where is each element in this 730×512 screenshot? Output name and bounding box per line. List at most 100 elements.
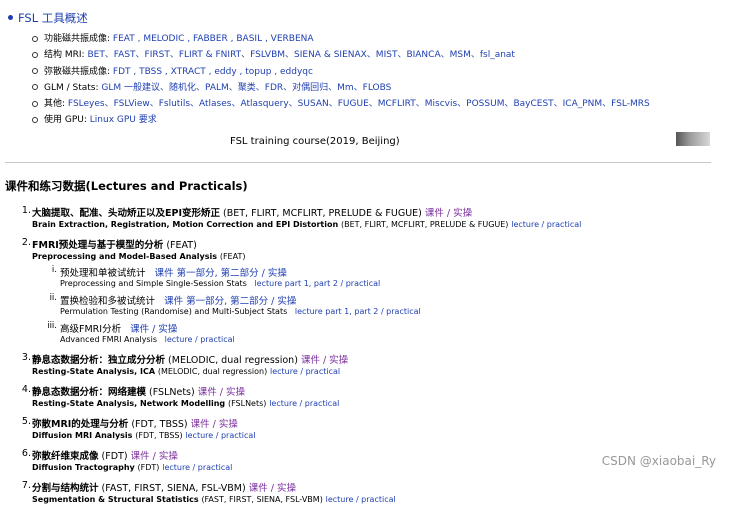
csdn-watermark: CSDN @xiaobai_Ry (601, 454, 716, 468)
lecture-item: 1. 大脑提取、配准、头动矫正以及EPI变形矫正 (BET, FLIRT, MC… (20, 205, 581, 229)
fmri-sublist: i. 预处理和单被试统计 课件 第一部分, 第二部分 / 实操 Preprocess… (47, 265, 581, 344)
sub-en-row: Advanced FMRI Analysis lecture / practic… (60, 335, 581, 344)
sub-links-en[interactable]: lecture part 1, part 2 / practical (295, 307, 421, 316)
sub-title-en: Advanced FMRI Analysis (60, 335, 157, 344)
row-label: 结构 MRI: (44, 50, 85, 61)
en-tools: (MELODIC, dual regression) (157, 367, 268, 376)
lecture-number: 6. (21, 448, 31, 459)
en-title: Brain Extraction, Registration, Motion C… (32, 220, 339, 229)
lecture-links-zh[interactable]: 课件 / 实操 (249, 483, 296, 494)
row-label: GLM / Stats: (44, 82, 99, 93)
lecture-title-en: Diffusion MRI Analysis (FDT, TBSS) lectu… (32, 431, 581, 440)
row-label: 其他: (44, 99, 66, 110)
roman-number: i. (51, 265, 57, 275)
row-links[interactable]: FSLeyes、FSLView、Fslutils、Atlases、Atlasqu… (68, 99, 650, 109)
lecture-title-en: Resting-State Analysis, Network Modellin… (32, 399, 581, 408)
sub-title-zh: 高级FMRI分析 (60, 324, 122, 335)
overview-row-fmri: 功能磁共振成像: FEAT , MELODIC , FABBER , BASIL… (32, 31, 650, 47)
lecture-item: 7. 分割与结构统计 (FAST, FIRST, SIENA, FSL-VBM)… (20, 480, 581, 504)
lecture-links-en[interactable]: lecture / practical (162, 463, 232, 472)
en-title: Diffusion MRI Analysis (32, 431, 133, 440)
lecture-links-en[interactable]: lecture / practical (269, 399, 339, 408)
sub-item: iii. 高级FMRI分析 课件 / 实操 Advanced FMRI Analys… (47, 321, 581, 344)
lecture-links-en[interactable]: lecture / practical (326, 495, 396, 504)
overview-title-link[interactable]: FSL 工具概述 (18, 11, 88, 25)
lecture-title-zh: 大脑提取、配准、头动矫正以及EPI变形矫正 (32, 208, 220, 219)
sub-en-row: Permulation Testing (Randomise) and Mult… (60, 307, 581, 316)
lecture-links-zh[interactable]: 课件 / 实操 (191, 419, 238, 430)
lecture-title-zh: 分割与结构统计 (32, 483, 99, 494)
lecture-item: 4. 静息态数据分析：网络建模 (FSLNets) 课件 / 实操 Restin… (20, 384, 581, 408)
lecture-item: 5. 弥散MRI的处理与分析 (FDT, TBSS) 课件 / 实操 Diffu… (20, 416, 581, 440)
lecture-number: 3. (21, 352, 31, 363)
lecture-title-zh: 静息态数据分析：独立成分分析 (32, 355, 166, 366)
row-label: 使用 GPU: (44, 115, 87, 126)
en-tools: (FAST, FIRST, SIENA, FSL-VBM) (201, 495, 323, 504)
course-thumbnail-image[interactable] (676, 132, 710, 146)
sub-item: ii. 置换检验和多被试统计 课件 第一部分, 第二部分 / 实操 Permulat… (50, 293, 581, 316)
lecture-title-zh: FMRI预处理与基于模型的分析 (32, 240, 164, 251)
lecture-tools-zh: (FEAT) (166, 240, 197, 251)
en-title: Resting-State Analysis, ICA (32, 367, 156, 376)
row-links[interactable]: BET、FAST、FIRST、FLIRT & FNIRT、FSLVBM、SIEN… (87, 50, 515, 60)
en-tools: (FDT, TBSS) (135, 431, 183, 440)
lecture-item: 3. 静息态数据分析：独立成分分析 (MELODIC, dual regress… (20, 352, 581, 376)
row-links[interactable]: FEAT , MELODIC , FABBER , BASIL , VERBEN… (113, 34, 314, 44)
row-links[interactable]: GLM 一般建议、随机化、PALM、聚类、FDR、对偶回归、Mm、FLOBS (101, 83, 391, 93)
row-label: 弥散磁共振成像: (44, 66, 111, 77)
en-title: Segmentation & Structural Statistics (32, 495, 199, 504)
lecture-item: 6. 弥散纤维束成像 (FDT) 课件 / 实操 Diffusion Tract… (20, 448, 581, 472)
en-title: Diffusion Tractography (32, 463, 135, 472)
lecture-title-en: Resting-State Analysis, ICA (MELODIC, du… (32, 367, 581, 376)
sub-links-en[interactable]: lecture / practical (165, 335, 235, 344)
overview-row-gpu: 使用 GPU: Linux GPU 要求 (32, 112, 650, 128)
roman-number: ii. (49, 293, 57, 303)
lecture-title-en: Brain Extraction, Registration, Motion C… (32, 220, 581, 229)
sub-links-zh[interactable]: 课件 / 实操 (130, 324, 177, 335)
en-tools: (FSLNets) (227, 399, 267, 408)
en-tools: (FEAT) (219, 252, 246, 261)
en-tools: (FDT) (137, 463, 160, 472)
overview-row-diffusion: 弥散磁共振成像: FDT , TBSS , XTRACT , eddy , to… (32, 64, 650, 80)
lecture-title-en: Preprocessing and Model-Based Analysis (… (32, 252, 581, 261)
lecture-title-zh: 静息态数据分析：网络建模 (32, 387, 147, 398)
lecture-links-zh[interactable]: 课件 / 实操 (301, 355, 348, 366)
sub-links-zh[interactable]: 课件 第一部分, 第二部分 / 实操 (155, 268, 287, 279)
section-title: 课件和练习数据(Lectures and Practicals) (5, 179, 248, 193)
lecture-number: 1. (21, 205, 31, 216)
row-links[interactable]: Linux GPU 要求 (90, 115, 157, 125)
sub-title-en: Preprocessing and Simple Single-Session … (60, 279, 247, 288)
lecture-number: 4. (21, 384, 31, 395)
overview-row-other: 其他: FSLeyes、FSLView、Fslutils、Atlases、Atl… (32, 96, 650, 112)
lecture-tools-zh: (FDT, TBSS) (131, 419, 188, 430)
lecture-item: 2. FMRI预处理与基于模型的分析 (FEAT) Preprocessing … (20, 237, 581, 344)
lecture-tools-zh: (FDT) (101, 451, 128, 462)
row-label: 功能磁共振成像: (44, 34, 111, 44)
sub-links-zh[interactable]: 课件 第一部分, 第二部分 / 实操 (164, 296, 296, 307)
overview-section: FSL 工具概述 (8, 10, 88, 26)
lecture-links-en[interactable]: lecture / practical (185, 431, 255, 440)
en-title: Resting-State Analysis, Network Modellin… (32, 399, 226, 408)
overview-row-structural: 结构 MRI: BET、FAST、FIRST、FLIRT & FNIRT、FSL… (32, 47, 650, 63)
overview-list: 功能磁共振成像: FEAT , MELODIC , FABBER , BASIL… (32, 31, 650, 129)
lecture-list: 1. 大脑提取、配准、头动矫正以及EPI变形矫正 (BET, FLIRT, MC… (20, 205, 581, 512)
row-links[interactable]: FDT , TBSS , XTRACT , eddy , topup , edd… (113, 67, 313, 77)
lecture-number: 2. (21, 237, 31, 248)
roman-number: iii. (47, 321, 57, 331)
course-caption: FSL training course(2019, Beijing) (230, 136, 400, 147)
lecture-tools-zh: (FSLNets) (149, 387, 195, 398)
lecture-tools-zh: (MELODIC, dual regression) (168, 355, 298, 366)
lecture-tools-zh: (FAST, FIRST, SIENA, FSL-VBM) (101, 483, 246, 494)
lecture-links-zh[interactable]: 课件 / 实操 (425, 208, 472, 219)
en-title: Preprocessing and Model-Based Analysis (32, 252, 218, 261)
divider (5, 162, 711, 163)
lecture-links-zh[interactable]: 课件 / 实操 (131, 451, 178, 462)
sub-item: i. 预处理和单被试统计 课件 第一部分, 第二部分 / 实操 Preprocess… (52, 265, 581, 288)
lecture-links-zh[interactable]: 课件 / 实操 (198, 387, 245, 398)
sub-links-en[interactable]: lecture part 1, part 2 / practical (254, 279, 380, 288)
lecture-links-en[interactable]: lecture / practical (511, 220, 581, 229)
lecture-links-en[interactable]: lecture / practical (270, 367, 340, 376)
overview-row-glm: GLM / Stats: GLM 一般建议、随机化、PALM、聚类、FDR、对偶… (32, 80, 650, 96)
bullet-icon (8, 15, 13, 20)
lecture-tools-zh: (BET, FLIRT, MCFLIRT, PRELUDE & FUGUE) (223, 208, 422, 219)
